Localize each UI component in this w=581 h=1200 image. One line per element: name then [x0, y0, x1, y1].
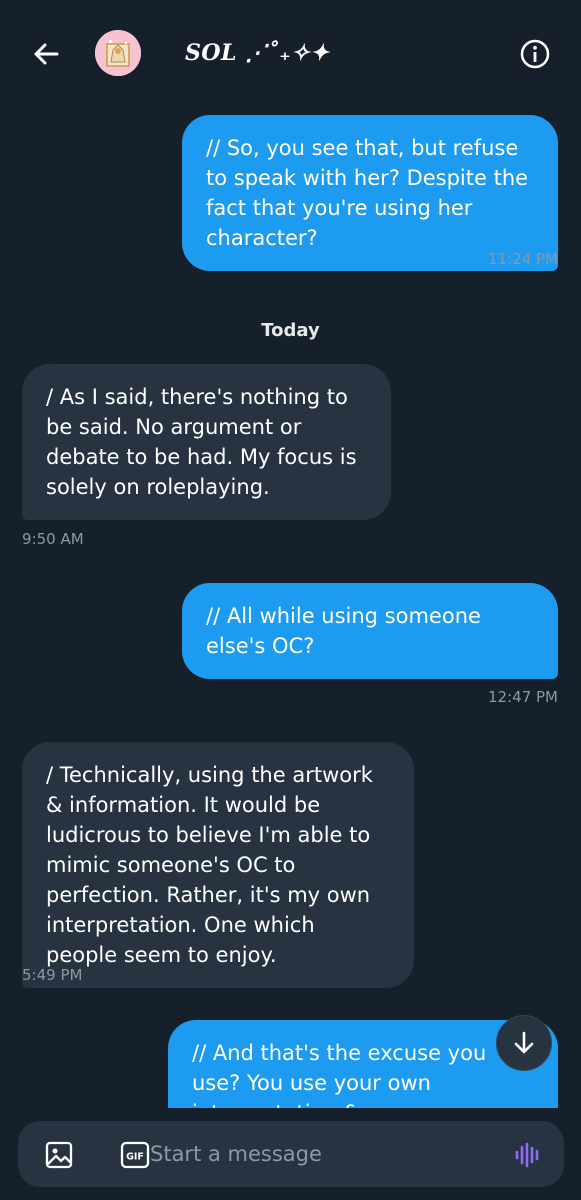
message-incoming[interactable]: / As I said, there's nothing to be said.…	[22, 364, 391, 520]
conversation-title[interactable]: SOL ⋰˚₊✧✦	[185, 40, 329, 66]
day-separator: Today	[261, 320, 320, 341]
message-composer: GIF	[18, 1121, 564, 1187]
back-button[interactable]	[30, 38, 62, 70]
message-timestamp: 9:50 AM	[22, 530, 84, 548]
add-media-button[interactable]	[44, 1140, 74, 1170]
message-outgoing[interactable]: // All while using someone else's OC?	[182, 583, 558, 679]
message-bubble: / As I said, there's nothing to be said.…	[22, 364, 391, 520]
message-timestamp: 11:24 PM	[488, 250, 558, 268]
message-timestamp: 12:47 PM	[488, 688, 558, 706]
message-bubble: // All while using someone else's OC?	[182, 583, 558, 679]
message-thread[interactable]: // So, you see that, but refuse to speak…	[0, 108, 581, 1108]
message-bubble: / Technically, using the artwork & infor…	[22, 742, 414, 988]
info-button[interactable]	[519, 38, 551, 70]
image-icon	[45, 1141, 73, 1169]
voice-message-button[interactable]	[514, 1141, 542, 1169]
message-bubble: // So, you see that, but refuse to speak…	[182, 115, 558, 271]
arrow-left-icon	[34, 43, 59, 65]
conversation-header: SOL ⋰˚₊✧✦	[0, 0, 581, 108]
avatar-image	[95, 30, 141, 76]
gif-icon: GIF	[120, 1141, 150, 1169]
message-timestamp: 5:49 PM	[22, 966, 83, 984]
scroll-to-bottom-button[interactable]	[496, 1015, 552, 1071]
message-incoming[interactable]: / Technically, using the artwork & infor…	[22, 742, 414, 988]
arrow-down-icon	[514, 1031, 534, 1054]
svg-text:GIF: GIF	[126, 1152, 144, 1163]
info-circle-icon	[520, 39, 550, 69]
message-outgoing[interactable]: // So, you see that, but refuse to speak…	[182, 115, 558, 271]
voice-waveform-icon	[515, 1142, 539, 1168]
message-input[interactable]	[150, 1131, 490, 1177]
add-gif-button[interactable]: GIF	[120, 1141, 150, 1169]
avatar[interactable]	[95, 30, 141, 76]
